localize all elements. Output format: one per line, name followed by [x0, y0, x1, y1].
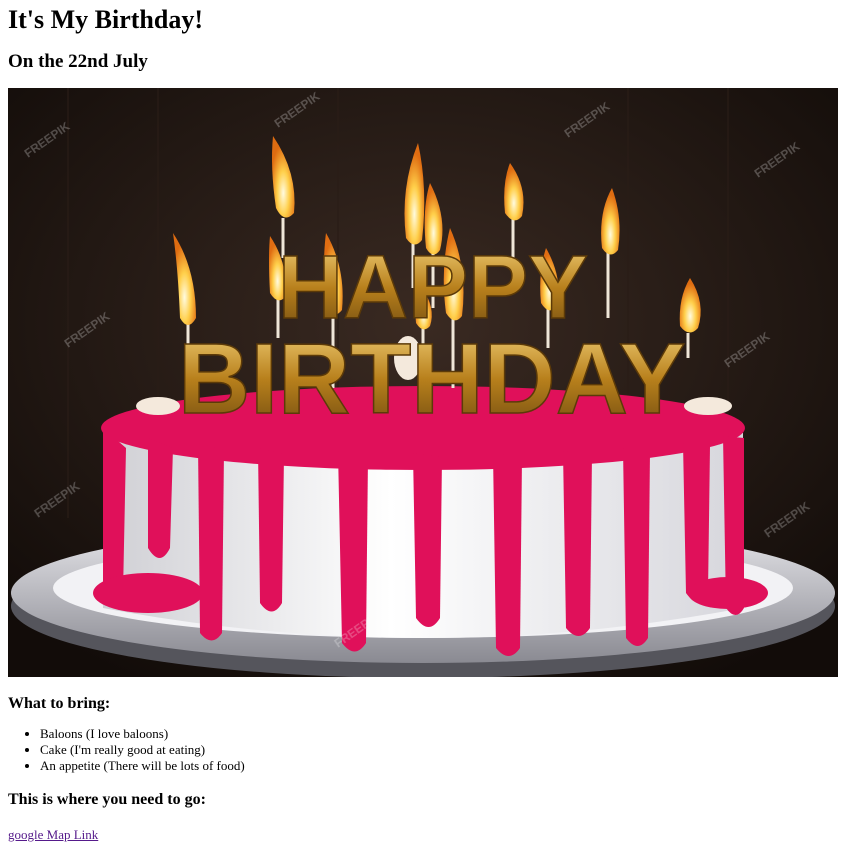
- date-heading: On the 22nd July: [8, 51, 148, 72]
- birthday-cake-image: HAPPY BIRTHDAY FREEPIK FREEPIK FREEPIK F…: [8, 88, 838, 677]
- list-item: An appetite (There will be lots of food): [40, 758, 848, 774]
- candle-text-birthday: BIRTHDAY: [178, 323, 685, 435]
- bring-heading: What to bring:: [8, 695, 111, 712]
- location-heading: This is where you need to go:: [8, 791, 206, 808]
- google-map-link[interactable]: google Map Link: [8, 827, 98, 843]
- bring-list: Baloons (I love baloons) Cake (I'm reall…: [8, 726, 848, 774]
- page-title: It's My Birthday!: [8, 5, 203, 34]
- page-content: It's My Birthday! On the 22nd July HAPPY…: [0, 0, 856, 844]
- list-item: Baloons (I love baloons): [40, 726, 848, 742]
- list-item: Cake (I'm really good at eating): [40, 742, 848, 758]
